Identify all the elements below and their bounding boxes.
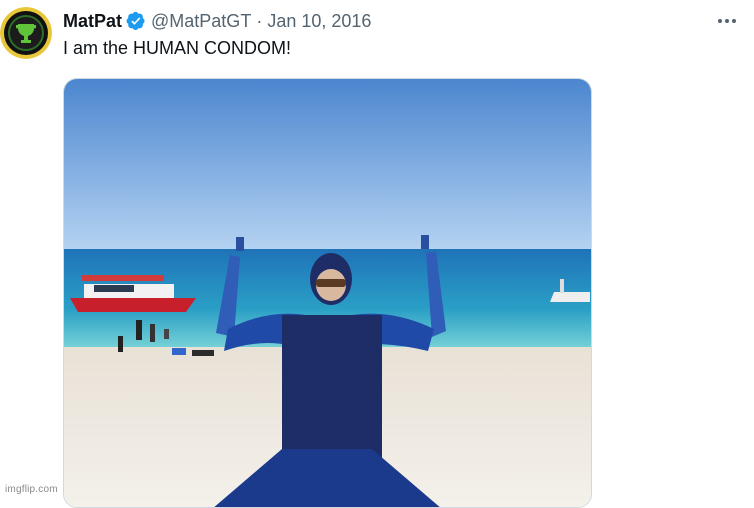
imgflip-watermark: imgflip.com [5,484,58,495]
tweet-photo[interactable] [63,78,592,508]
more-options-icon [718,19,736,23]
beach-photo-illustration [64,79,591,507]
user-handle[interactable]: @MatPatGT [151,11,251,32]
separator-dot: · [256,10,263,31]
tweet-text: I am the HUMAN CONDOM! [63,38,292,58]
verified-badge-icon[interactable] [126,11,146,31]
more-options-button[interactable] [712,9,742,33]
game-theory-logo-icon [0,7,52,59]
tweet-date[interactable]: Jan 10, 2016 [267,11,371,32]
avatar[interactable] [0,7,52,59]
tweet-header: MatPat @MatPatGT · Jan 10, 2016 [63,9,371,33]
display-name[interactable]: MatPat [63,11,122,32]
